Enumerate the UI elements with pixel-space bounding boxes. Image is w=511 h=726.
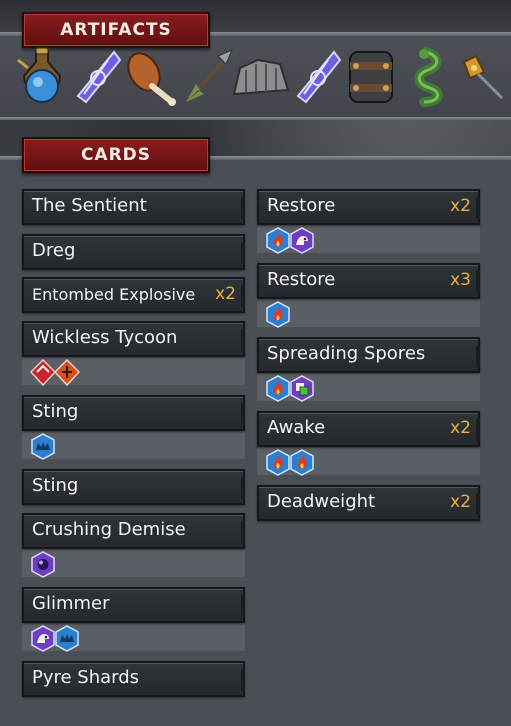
bell-hammer-icon[interactable] (450, 46, 508, 108)
card-entry[interactable]: Awake x2 (257, 411, 480, 476)
card-entry[interactable]: Spreading Spores (257, 337, 480, 402)
card-badges (30, 551, 55, 578)
iron-bracer-icon[interactable] (342, 46, 400, 108)
blue-flame-icon (265, 227, 290, 254)
card-count: x3 (450, 270, 471, 290)
card-count: x2 (450, 196, 471, 216)
card-badges (265, 301, 290, 328)
card-name: Restore (267, 195, 336, 216)
cards-header: CARDS (22, 137, 210, 173)
card-entry[interactable]: Sting (22, 469, 245, 505)
card-badges (265, 449, 314, 476)
purple-crystal-shard-icon[interactable] (288, 46, 346, 108)
card-entry[interactable]: Glimmer (22, 587, 245, 652)
roasted-drumstick-icon[interactable] (122, 46, 180, 108)
card-entry[interactable]: Sting (22, 395, 245, 460)
purple-creature-icon (289, 227, 314, 254)
card-badges (265, 375, 314, 402)
card-entry[interactable]: Crushing Demise (22, 513, 245, 578)
blue-crown-icon (30, 433, 55, 460)
artifacts-title: ARTIFACTS (60, 20, 172, 40)
card-name: The Sentient (32, 195, 147, 216)
stone-boulder-icon[interactable] (230, 46, 292, 108)
card-name: Restore (267, 269, 336, 290)
card-entry[interactable]: Restore x3 (257, 263, 480, 328)
card-entry[interactable]: Dreg (22, 234, 245, 270)
card-count: x2 (215, 284, 236, 304)
purple-orb-icon (30, 551, 55, 578)
card-name: Deadweight (267, 491, 376, 512)
card-count: x2 (450, 418, 471, 438)
purple-green-square-icon (289, 375, 314, 402)
card-name: Glimmer (32, 593, 110, 614)
card-name: Awake (267, 417, 326, 438)
card-badges (30, 625, 79, 652)
card-name: Sting (32, 401, 79, 422)
card-entry[interactable]: Pyre Shards (22, 661, 245, 697)
card-name: Crushing Demise (32, 519, 186, 540)
blue-potion-flask-icon[interactable] (14, 46, 72, 108)
blue-flame-icon (265, 375, 290, 402)
purple-creature-icon (30, 625, 55, 652)
blue-flame-icon (265, 449, 290, 476)
card-entry[interactable]: Wickless Tycoon (22, 321, 245, 386)
card-name: Sting (32, 475, 79, 496)
card-badges (30, 359, 80, 386)
orange-diamond-icon (54, 359, 80, 386)
card-entry[interactable]: The Sentient (22, 189, 245, 225)
red-diamond-icon (30, 359, 56, 386)
artifacts-bottom-divider (0, 117, 511, 120)
card-entry[interactable]: Entombed Explosive x2 (22, 277, 245, 313)
blue-crown-icon (54, 625, 79, 652)
card-name: Spreading Spores (267, 343, 426, 364)
artifacts-header: ARTIFACTS (22, 12, 210, 48)
feathered-arrow-icon[interactable] (178, 46, 236, 108)
cards-title: CARDS (80, 145, 152, 165)
card-badges (30, 433, 55, 460)
card-badges (265, 227, 314, 254)
card-entry[interactable]: Restore x2 (257, 189, 480, 254)
blue-flame-icon (265, 301, 290, 328)
card-name: Dreg (32, 240, 76, 261)
purple-crystal-shard-icon[interactable] (68, 46, 126, 108)
blue-flame-icon (289, 449, 314, 476)
card-name: Pyre Shards (32, 667, 140, 688)
card-name: Wickless Tycoon (32, 327, 178, 348)
card-name: Entombed Explosive (32, 285, 196, 304)
card-entry[interactable]: Deadweight x2 (257, 485, 480, 521)
artifact-row (14, 46, 509, 110)
card-count: x2 (450, 492, 471, 512)
green-serpent-icon[interactable] (396, 46, 454, 108)
